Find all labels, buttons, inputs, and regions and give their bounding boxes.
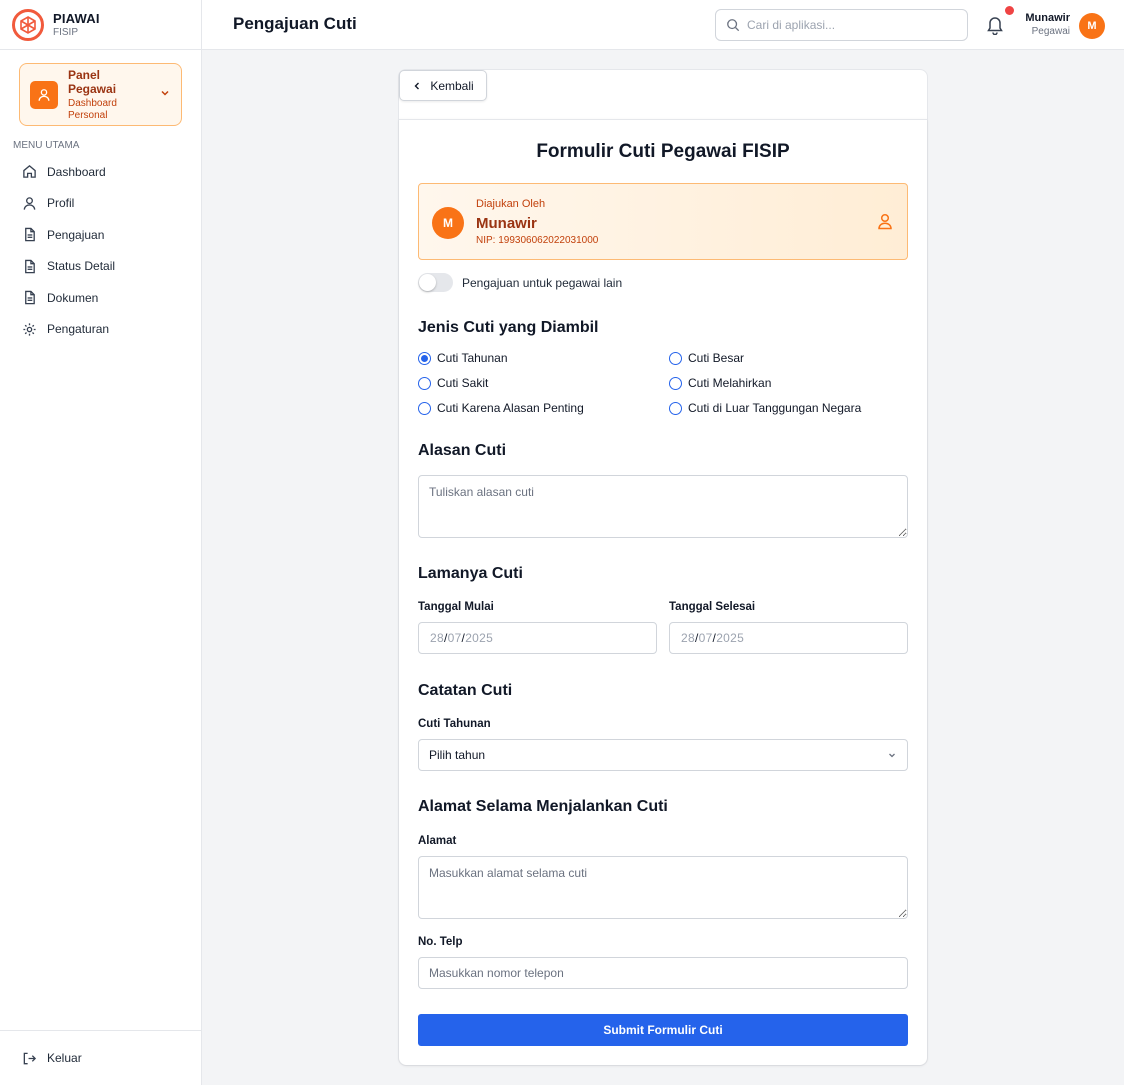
user-icon [30,80,58,109]
phone-label: No. Telp [418,936,463,948]
panel-title: Panel Pegawai [68,67,117,96]
user-name: Munawir [1025,12,1070,24]
phone-input[interactable] [418,957,908,989]
document-icon [25,259,35,273]
back-button[interactable]: Kembali [399,70,487,101]
sidebar-item-dokumen[interactable]: Dokumen [0,282,201,314]
duration-heading: Lamanya Cuti [418,565,523,582]
submitter-card: M Diajukan Oleh Munawir NIP: 19930606202… [418,183,908,260]
chevron-down-icon[interactable] [159,86,171,104]
sidebar-item-label: Status Detail [47,259,116,274]
radio-label: Cuti Melahirkan [688,376,772,390]
sidebar-item-label: Dokumen [47,290,99,305]
submit-button[interactable]: Submit Formulir Cuti [418,1014,908,1046]
sidebar-item-status-detail[interactable]: Status Detail [0,251,201,283]
notes-heading: Catatan Cuti [418,682,513,699]
bell-icon[interactable] [986,15,1004,40]
address-heading: Alamat Selama Menjalankan Cuti [418,798,668,815]
radio-button[interactable] [669,351,682,365]
radio-cuti-besar[interactable]: Cuti Besar [669,351,744,365]
top-header: Pengajuan Cuti Munawir Pegawai M [202,0,1124,50]
end-date-label: Tanggal Selesai [669,601,756,613]
user-icon [23,196,36,210]
sidebar-item-pengajuan[interactable]: Pengajuan [0,219,201,251]
home-icon [23,165,36,179]
logout-label: Keluar [47,1051,82,1065]
start-date-label: Tanggal Mulai [418,601,494,613]
year-select[interactable]: Pilih tahun [418,739,908,771]
form-title: Formulir Cuti Pegawai FISIP [0,141,1124,163]
document-icon [25,291,35,305]
radio-cuti-sakit[interactable]: Cuti Sakit [418,376,488,390]
back-button-label: Kembali [430,78,474,93]
radio-label: Cuti Sakit [437,376,489,390]
notification-badge [1005,6,1014,15]
radio-label: Cuti Besar [688,351,745,365]
form-title-text: Formulir Cuti Pegawai FISIP [536,141,790,162]
radio-button[interactable] [669,376,682,390]
main-menu: Dashboard Profil Pengajuan Status Detail… [0,156,201,345]
leave-type-heading: Jenis Cuti yang Diambil [418,319,599,336]
user-role: Pegawai [1031,26,1070,37]
submitter-avatar: M [432,207,464,239]
reason-textarea[interactable] [418,475,908,538]
sidebar-item-label: Pengajuan [47,227,105,242]
sidebar-item-label: Pengaturan [47,322,110,337]
toggle-label: Pengajuan untuk pegawai lain [462,276,623,290]
reason-heading: Alasan Cuti [418,442,507,459]
address-label: Alamat [418,835,457,847]
year-select-value: Pilih tahun [429,748,486,762]
submitter-name: Munawir [476,215,537,232]
document-icon [25,228,35,242]
other-employee-toggle[interactable] [418,273,453,292]
avatar[interactable]: M [1079,13,1105,39]
end-date-value: 28/07/2025 [681,631,745,645]
submitter-nip: NIP: 199306062022031000 [476,235,599,246]
sidebar-item-label: Profil [47,196,75,211]
radio-button[interactable] [418,376,431,390]
brand-name: PIAWAI [53,11,100,26]
chevron-down-icon [889,753,895,758]
leave-form-card [399,119,927,1065]
search-box[interactable] [715,9,968,41]
brand[interactable]: PIAWAI FISIP [0,0,201,50]
user-info[interactable]: Munawir Pegawai [1022,12,1070,37]
search-icon [727,19,740,32]
submitter-label: Diajukan Oleh [476,198,546,210]
page-title: Pengajuan Cuti [233,14,357,33]
panel-subtitle: Dashboard Personal [68,97,117,121]
radio-label: Cuti Tahunan [437,351,508,365]
radio-cuti-alasan-penting[interactable]: Cuti Karena Alasan Penting [418,401,584,415]
radio-label: Cuti di Luar Tanggungan Negara [688,401,862,415]
logout-icon [23,1052,37,1064]
address-textarea[interactable] [418,856,908,919]
start-date-value: 28/07/2025 [430,631,494,645]
panel-switcher[interactable]: Panel Pegawai Dashboard Personal [19,63,182,126]
radio-button[interactable] [418,351,431,365]
radio-cuti-melahirkan[interactable]: Cuti Melahirkan [669,376,771,390]
sidebar-item-label: Dashboard [47,164,106,179]
radio-cuti-luar-tanggungan[interactable]: Cuti di Luar Tanggungan Negara [669,401,861,415]
radio-label: Cuti Karena Alasan Penting [437,401,584,415]
radio-cuti-tahunan[interactable]: Cuti Tahunan [418,351,508,365]
gear-icon [23,323,36,336]
chevron-left-icon [414,82,420,89]
user-icon [877,213,893,235]
annual-leave-label: Cuti Tahunan [418,718,491,730]
search-input[interactable] [747,18,947,32]
radio-button[interactable] [669,401,682,415]
toggle-knob [419,274,436,291]
brand-subtitle: FISIP [53,27,79,38]
sidebar-item-pengaturan[interactable]: Pengaturan [0,314,201,346]
logout-button[interactable]: Keluar [0,1030,201,1085]
sidebar-item-profil[interactable]: Profil [0,188,201,220]
piawai-logo-icon [12,8,44,41]
radio-button[interactable] [418,401,431,415]
